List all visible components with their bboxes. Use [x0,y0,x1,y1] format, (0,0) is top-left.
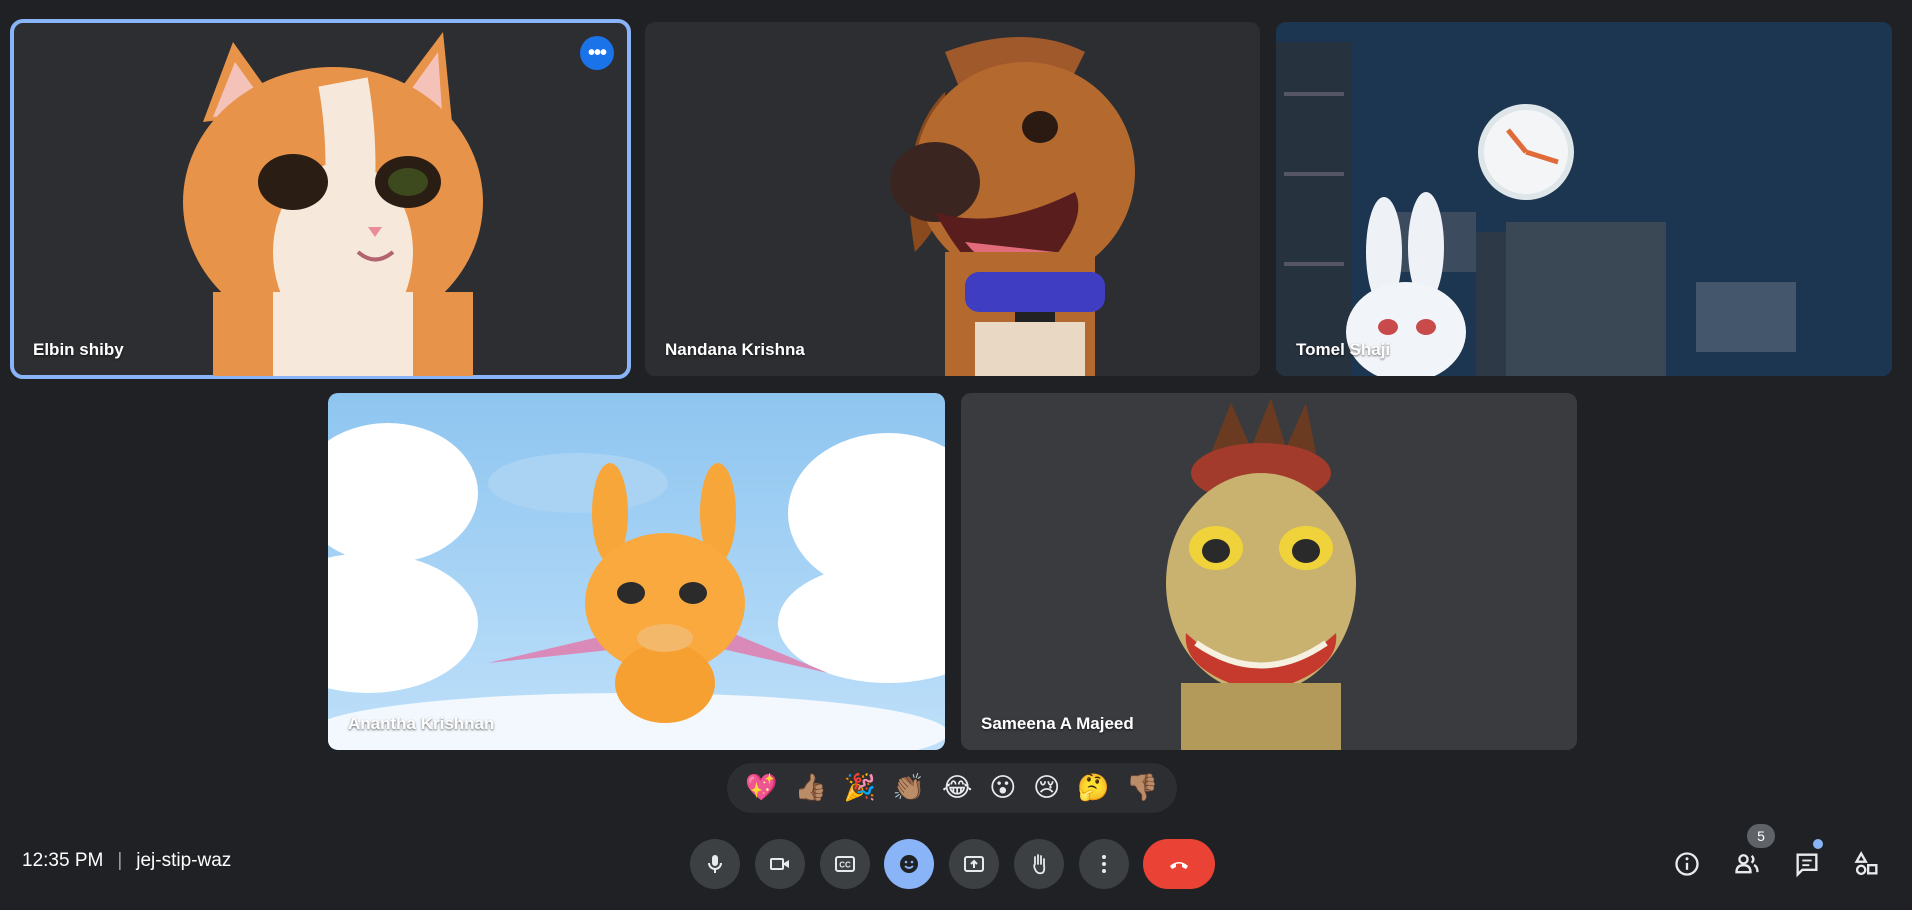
participant-name: Anantha Krishnan [348,714,495,733]
participant-tile[interactable]: ••• Elbin shiby [10,19,631,379]
reaction-thinking[interactable]: 🤔 [1077,773,1109,803]
activities-button[interactable] [1849,846,1885,882]
chat-icon [1796,853,1818,878]
end-call-button[interactable] [1143,839,1215,889]
meeting-stage: ••• Elbin shiby Nandana Krishna Tomel Sh… [0,0,1912,910]
activities-icon [1854,851,1878,876]
participant-tile[interactable]: Anantha Krishnan [328,393,945,750]
participant-name: Tomel Shaji [1296,340,1391,359]
more-options-button[interactable] [1079,839,1129,889]
captions-button[interactable]: CC [820,839,870,889]
meeting-separator: | [117,850,123,871]
meeting-details-button[interactable] [1669,846,1705,882]
people-count-badge: 5 [1747,824,1775,848]
reaction-sparkling-heart[interactable]: 💖 [745,773,777,803]
reaction-party-popper[interactable]: 🎉 [844,773,876,803]
meeting-time: 12:35 PM [22,850,104,871]
people-button[interactable] [1729,846,1765,882]
meeting-code[interactable]: jej-stip-waz [136,850,231,872]
participant-tile[interactable]: Tomel Shaji [1276,22,1892,376]
dinosaur-avatar [1166,398,1356,750]
participant-name: Sameena A Majeed [981,714,1134,733]
bunny-avatar [1276,22,1892,376]
participant-name: Nandana Krishna [665,340,805,359]
info-icon [1675,852,1699,876]
people-icon [1735,854,1759,874]
dog-avatar [890,37,1135,376]
end-call-icon [1170,862,1188,869]
participant-tile[interactable]: Sameena A Majeed [961,393,1577,750]
present-icon [964,856,984,872]
more-options-icon[interactable]: ••• [580,36,614,70]
mic-icon [708,855,722,873]
reaction-crying[interactable]: 😢 [1033,773,1060,803]
raise-hand-button[interactable] [1014,839,1064,889]
more-vert-icon [1102,855,1106,873]
chat-notification-dot [1813,839,1823,849]
dragon-avatar [328,423,945,750]
cat-avatar [183,32,483,376]
emoji-button[interactable] [884,839,934,889]
mic-button[interactable] [690,839,740,889]
reaction-laughing[interactable]: 😂 [942,773,972,803]
emoji-icon [900,855,918,873]
reaction-thumbs-down[interactable]: 👎🏽 [1126,773,1158,803]
participant-tile[interactable]: Nandana Krishna [645,22,1260,376]
participant-name: Elbin shiby [33,340,124,359]
reaction-clapping[interactable]: 👏🏽 [893,773,925,803]
chat-button[interactable] [1789,846,1825,882]
captions-icon: CC [835,856,855,872]
reaction-thumbs-up[interactable]: 👍🏽 [795,773,827,803]
present-button[interactable] [949,839,999,889]
camera-icon [770,858,789,870]
camera-button[interactable] [755,839,805,889]
meeting-info: 12:35 PM | jej-stip-waz [22,850,231,872]
reaction-surprised[interactable]: 😮 [989,773,1016,803]
svg-text:CC: CC [839,861,851,870]
reactions-bar: 💖 👍🏽 🎉 👏🏽 😂 😮 😢 🤔 👎🏽 [727,763,1177,813]
raise-hand-icon [1033,854,1046,875]
